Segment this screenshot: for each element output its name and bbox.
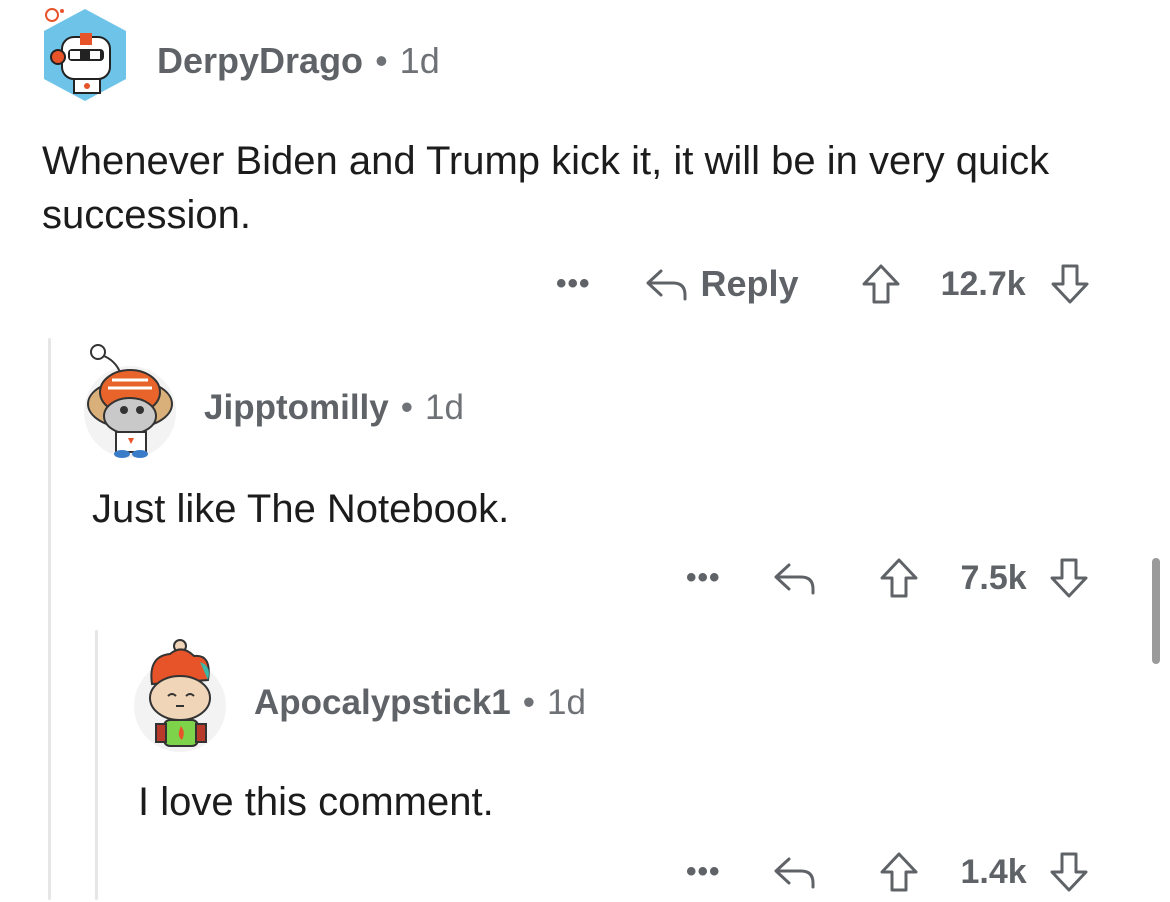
reply-arrow-icon bbox=[646, 269, 687, 301]
avatar-apocalypstick1[interactable] bbox=[130, 636, 230, 754]
snoo-avatar-icon bbox=[84, 344, 176, 458]
more-options-button[interactable]: ••• bbox=[686, 857, 721, 887]
upvote-button[interactable] bbox=[879, 557, 919, 599]
comment-actions: ••• Reply 12.7k bbox=[556, 254, 1090, 314]
comment-body: Whenever Biden and Trump kick it, it wil… bbox=[42, 139, 1050, 237]
comment-meta: DerpyDrago • 1d bbox=[157, 40, 440, 82]
vote-score: 1.4k bbox=[960, 852, 1027, 891]
reply-arrow-icon bbox=[774, 857, 815, 889]
reply-button[interactable] bbox=[773, 855, 817, 889]
reply-button[interactable]: Reply bbox=[645, 263, 799, 305]
downvote-arrow-icon bbox=[1050, 558, 1088, 598]
upvote-arrow-icon bbox=[880, 558, 918, 598]
avatar-jipptomilly[interactable] bbox=[78, 342, 182, 460]
thread-line-level-2[interactable] bbox=[95, 630, 98, 900]
vote-score: 7.5k bbox=[960, 558, 1027, 597]
comment-meta: Jipptomilly • 1d bbox=[204, 388, 464, 428]
comment-age: 1d bbox=[547, 683, 586, 722]
vote-score: 12.7k bbox=[940, 264, 1026, 303]
upvote-button[interactable] bbox=[879, 851, 919, 893]
reply-button[interactable] bbox=[773, 561, 817, 595]
more-options-button[interactable]: ••• bbox=[556, 269, 591, 299]
more-options-button[interactable]: ••• bbox=[686, 563, 721, 593]
meta-separator: • bbox=[375, 40, 388, 81]
upvote-arrow-icon bbox=[862, 264, 900, 304]
comment-meta: Apocalypstick1 • 1d bbox=[254, 683, 586, 723]
reply-arrow-icon bbox=[774, 563, 815, 595]
username[interactable]: DerpyDrago bbox=[157, 40, 363, 82]
meta-separator: • bbox=[522, 683, 536, 722]
comment-age: 1d bbox=[399, 40, 440, 81]
downvote-button[interactable] bbox=[1050, 263, 1090, 305]
avatar-derpydrago[interactable] bbox=[40, 5, 130, 105]
username[interactable]: Apocalypstick1 bbox=[254, 683, 511, 723]
comment-actions: ••• 7.5k bbox=[686, 548, 1089, 608]
scrollbar[interactable] bbox=[1152, 558, 1160, 664]
robot-avatar-icon bbox=[44, 8, 126, 101]
meta-separator: • bbox=[400, 388, 414, 427]
downvote-button[interactable] bbox=[1049, 851, 1089, 893]
upvote-arrow-icon bbox=[880, 852, 918, 892]
comment-body: Just like The Notebook. bbox=[92, 487, 510, 531]
snoo-avatar-icon bbox=[134, 639, 226, 752]
comment-age: 1d bbox=[425, 388, 464, 427]
downvote-arrow-icon bbox=[1051, 264, 1089, 304]
username[interactable]: Jipptomilly bbox=[204, 388, 389, 428]
comment-body: I love this comment. bbox=[138, 780, 494, 824]
reply-label: Reply bbox=[700, 263, 799, 304]
comment-actions: ••• 1.4k bbox=[686, 842, 1089, 902]
downvote-button[interactable] bbox=[1049, 557, 1089, 599]
upvote-button[interactable] bbox=[861, 263, 901, 305]
downvote-arrow-icon bbox=[1050, 852, 1088, 892]
thread-line-level-1[interactable] bbox=[48, 338, 51, 900]
